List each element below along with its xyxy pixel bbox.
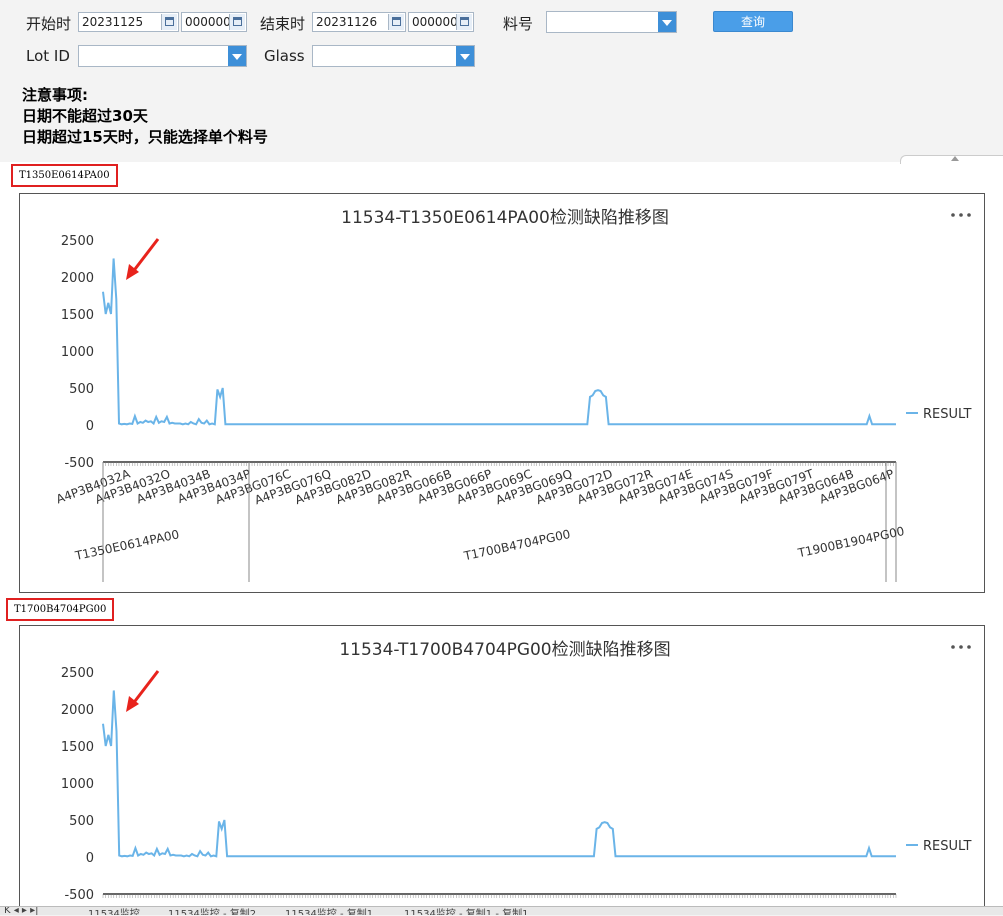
legend-label: RESULT [923, 839, 971, 854]
y-tick-label: 2000 [61, 271, 94, 286]
material-label: 料号 [503, 15, 534, 33]
chart-title: 11534-T1700B4704PG00检测缺陷推移图 [339, 640, 670, 660]
y-tick-label: 2000 [61, 703, 94, 718]
y-tick-label: 1000 [61, 345, 94, 360]
collapse-handle[interactable] [900, 155, 1003, 164]
series-line-result [102, 690, 896, 858]
chevron-down-icon[interactable] [658, 12, 676, 32]
calendar-icon[interactable] [161, 14, 177, 30]
calendar-icon[interactable] [456, 14, 472, 30]
chart-svg: 11534-T1700B4704PG00检测缺陷推移图 2500 2000 1500 1… [61, 640, 972, 903]
chevron-down-icon[interactable] [228, 46, 246, 66]
lot-id-label: Lot ID [26, 47, 70, 65]
chart-title: 11534-T1350E0614PA00检测缺陷推移图 [341, 208, 669, 228]
more-menu-icon [967, 213, 971, 217]
query-button[interactable]: 查询 [713, 11, 793, 32]
start-time-input[interactable]: 000000 [181, 12, 247, 32]
more-menu-icon [959, 645, 963, 649]
y-tick-label: -500 [64, 888, 94, 903]
end-time-input[interactable]: 000000 [408, 12, 474, 32]
chevron-up-icon[interactable] [951, 156, 959, 161]
notes-line-2: 日期超过15天时，只能选择单个料号 [22, 128, 268, 146]
x-group-label: T1700B4704PG00 [462, 527, 572, 563]
y-tick-label: 2500 [61, 234, 94, 249]
lot-id-select[interactable] [78, 45, 247, 67]
y-tick-label: 1500 [61, 740, 94, 755]
calendar-icon[interactable] [229, 14, 245, 30]
y-tick-label: 0 [86, 851, 94, 866]
annotation-arrow [130, 238, 160, 274]
glass-label: Glass [264, 47, 305, 65]
x-group-label: T1350E0614PA00 [73, 527, 181, 563]
more-menu-icon [959, 213, 963, 217]
more-menu-icon [967, 645, 971, 649]
more-menu-icon [951, 645, 955, 649]
y-tick-label: 2500 [61, 666, 94, 681]
chevron-down-icon[interactable] [456, 46, 474, 66]
end-date-input[interactable]: 20231126 [312, 12, 406, 32]
y-tick-label: 500 [69, 382, 94, 397]
material-select[interactable] [546, 11, 677, 33]
defect-trend-chart: 11534-T1700B4704PG00检测缺陷推移图 2500 2000 1500 1… [19, 625, 985, 915]
calendar-icon[interactable] [388, 14, 404, 30]
start-time-label: 开始时 [26, 15, 72, 33]
end-time-label: 结束时 [260, 15, 306, 33]
y-tick-label: 1500 [61, 308, 94, 323]
notes-title: 注意事项: [22, 86, 88, 104]
y-tick-label: 0 [86, 419, 94, 434]
defect-trend-chart: 11534-T1350E0614PA00检测缺陷推移图 2500 2000 1500 1… [19, 193, 985, 593]
chart-svg: 11534-T1350E0614PA00检测缺陷推移图 2500 2000 1500 1… [54, 208, 971, 582]
y-tick-label: -500 [64, 456, 94, 471]
y-tick-label: 500 [69, 814, 94, 829]
more-menu-icon [951, 213, 955, 217]
glass-select[interactable] [312, 45, 475, 67]
notes-line-1: 日期不能超过30天 [22, 107, 148, 125]
series-line-result [102, 258, 896, 426]
x-group-label: T1900B1904PG00 [796, 524, 906, 560]
section-tag: T1700B4704PG00 [6, 598, 115, 621]
annotation-arrow [130, 670, 160, 706]
legend-label: RESULT [923, 407, 971, 422]
section-tag: T1350E0614PA00 [11, 164, 118, 187]
start-date-input[interactable]: 20231125 [78, 12, 179, 32]
y-tick-label: 1000 [61, 777, 94, 792]
